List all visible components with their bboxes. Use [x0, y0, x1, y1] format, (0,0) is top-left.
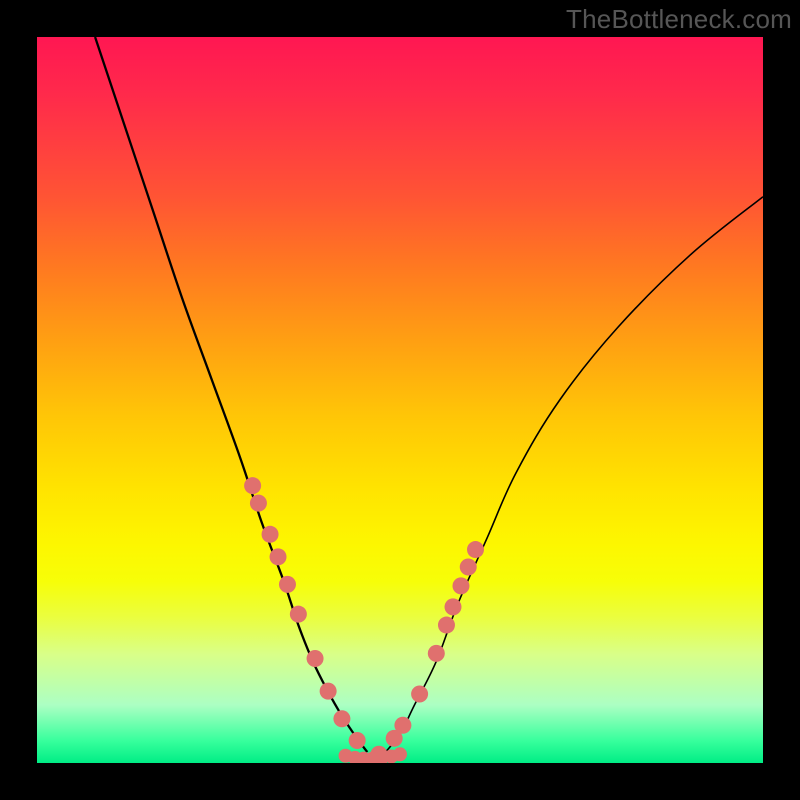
watermark-text: TheBottleneck.com	[566, 4, 792, 35]
data-dot	[445, 598, 462, 615]
right-curve	[385, 197, 763, 752]
left-curve	[95, 37, 367, 752]
dots-left	[244, 477, 366, 749]
data-dot	[394, 717, 411, 734]
data-dot	[438, 617, 455, 634]
data-dot	[411, 686, 428, 703]
data-dot	[333, 710, 350, 727]
dots-right	[370, 541, 484, 763]
data-dot	[262, 526, 279, 543]
data-dot	[307, 650, 324, 667]
data-dot	[467, 541, 484, 558]
chart-svg	[37, 37, 763, 763]
data-dot	[349, 732, 366, 749]
data-dot	[320, 683, 337, 700]
data-dot	[270, 548, 287, 565]
data-dot	[452, 577, 469, 594]
data-dot	[460, 558, 477, 575]
data-dot	[428, 645, 445, 662]
chart-container: TheBottleneck.com	[0, 0, 800, 800]
data-dot	[290, 606, 307, 623]
data-dot	[279, 576, 296, 593]
data-dot	[393, 747, 407, 761]
data-dot	[244, 477, 261, 494]
plot-area	[37, 37, 763, 763]
data-dot	[250, 495, 267, 512]
